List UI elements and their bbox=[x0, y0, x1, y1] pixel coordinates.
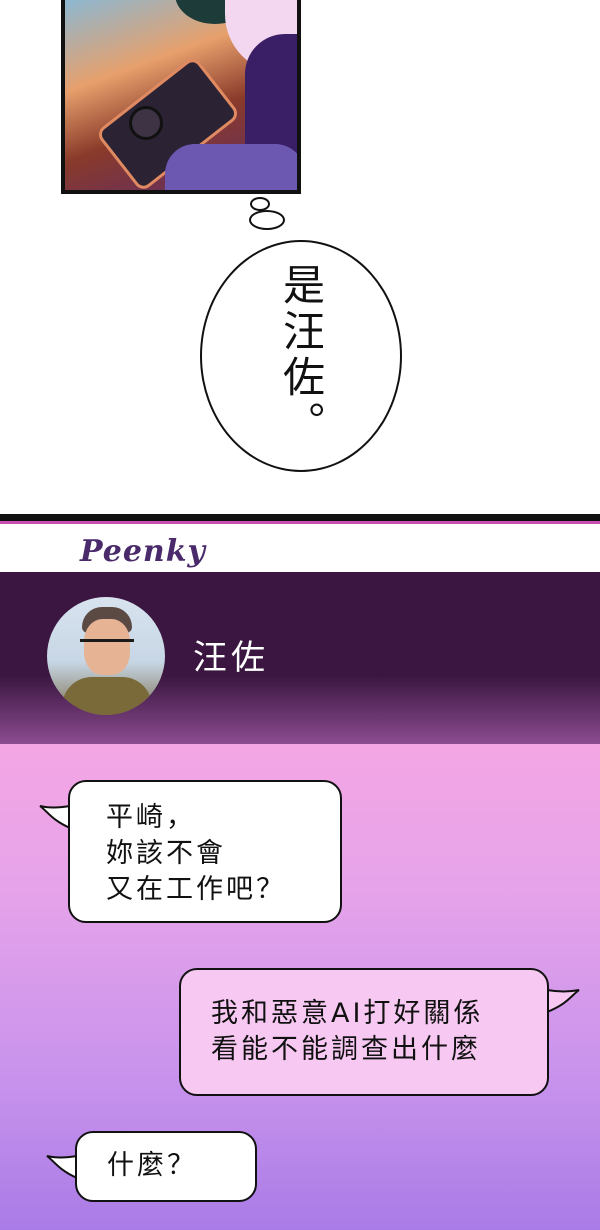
incoming-bubble-tail bbox=[39, 805, 71, 829]
message-line: 妳該不會 bbox=[106, 838, 226, 869]
panel-divider bbox=[0, 514, 600, 524]
message-line: 平崎， bbox=[106, 802, 196, 833]
comic-panel bbox=[61, 0, 301, 194]
message-bubble-incoming: 平崎， 妳該不會 又在工作吧？ bbox=[68, 780, 342, 923]
message-line: 我和惡意AI打好關係 bbox=[211, 998, 484, 1029]
incoming-bubble-tail bbox=[46, 1155, 78, 1179]
message-bubble-outgoing: 我和惡意AI打好關係 看能不能調查出什麼 bbox=[179, 968, 549, 1096]
thought-dot-small bbox=[250, 197, 270, 211]
thought-text: 是汪佐。 bbox=[276, 263, 326, 447]
message-line: 看能不能調查出什麼 bbox=[211, 1034, 481, 1065]
outgoing-bubble-tail bbox=[546, 989, 580, 1013]
character-hand bbox=[165, 144, 297, 190]
avatar-glasses bbox=[80, 639, 134, 656]
phone-camera-illustration bbox=[129, 106, 163, 140]
app-logo: Peenky bbox=[80, 534, 206, 569]
avatar-body bbox=[62, 677, 152, 715]
thought-bubble: 是汪佐。 bbox=[200, 240, 402, 472]
thought-dot-medium bbox=[249, 210, 285, 230]
messaging-app: Peenky 汪佐 平崎， 妳該不會 又在工作吧？ 我和惡意AI打好關係 看能不… bbox=[0, 514, 600, 1230]
chat-header: 汪佐 bbox=[0, 572, 600, 744]
message-line: 什麼？ bbox=[107, 1150, 197, 1181]
message-bubble-incoming: 什麼？ bbox=[75, 1131, 257, 1202]
contact-avatar[interactable] bbox=[47, 597, 165, 715]
chat-area: 平崎， 妳該不會 又在工作吧？ 我和惡意AI打好關係 看能不能調查出什麼 什麼？ bbox=[0, 744, 600, 1230]
message-line: 又在工作吧？ bbox=[106, 874, 286, 905]
logo-bar: Peenky bbox=[0, 524, 600, 572]
contact-name[interactable]: 汪佐 bbox=[193, 630, 269, 679]
